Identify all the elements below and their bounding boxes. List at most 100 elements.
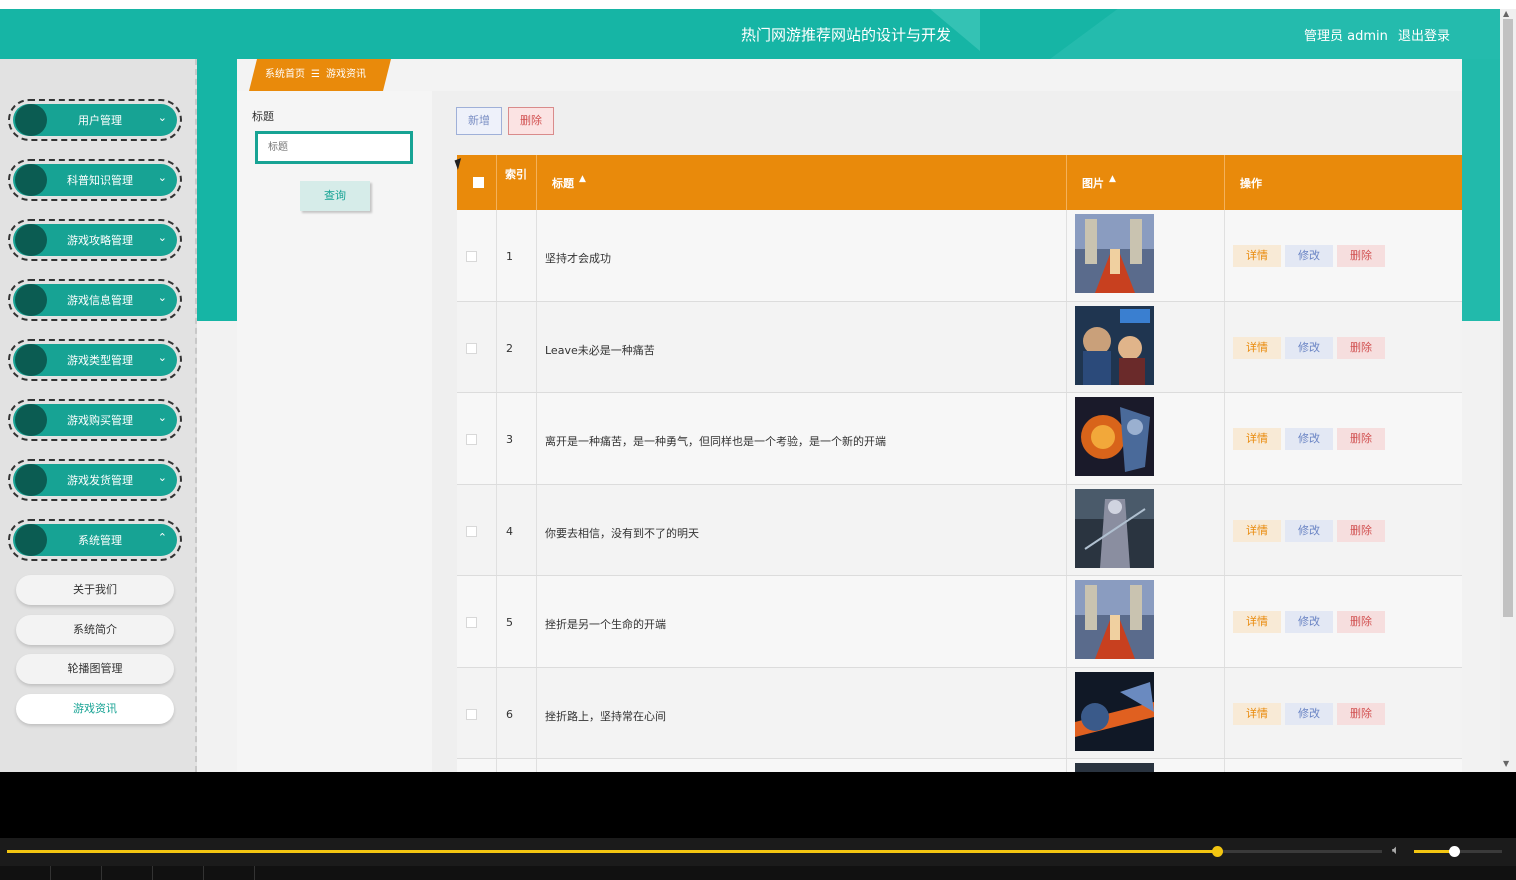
sidebar: 用户管理 ⌄ 科普知识管理 ⌄ 游戏攻略管理 ⌄ 游戏信息管理 ⌄ 游戏类型管理 ⌄ 游戏…: [0, 59, 197, 772]
row-checkbox[interactable]: [466, 617, 477, 628]
game-thumbnail[interactable]: [1075, 580, 1154, 659]
table-body: 1 坚持才会成功 详情 修改 删除 2 Leave未必是一种痛苦 详情 修改 删…: [457, 210, 1462, 772]
row-checkbox[interactable]: [466, 708, 477, 720]
game-thumbnail[interactable]: [1075, 397, 1154, 476]
game-thumbnail[interactable]: [1075, 214, 1154, 293]
game-thumbnail[interactable]: [1075, 488, 1154, 568]
row-index: 5: [506, 616, 513, 629]
game-thumbnail[interactable]: [1075, 671, 1154, 751]
menu-game-shipping[interactable]: 游戏发货管理 ⌄: [8, 459, 182, 501]
volume-slider[interactable]: [1414, 846, 1502, 857]
scroll-down-icon[interactable]: ▼: [1503, 759, 1509, 768]
row-title: 坚持才会成功: [545, 252, 611, 265]
sort-icon[interactable]: ▲︎: [579, 174, 586, 184]
scrollbar-thumb[interactable]: [1503, 19, 1513, 617]
row-checkbox[interactable]: [466, 525, 477, 537]
edit-button[interactable]: 修改: [1285, 245, 1333, 267]
table-header: 索引 标题 ▲︎ 图片 ▲︎ 操作: [457, 155, 1462, 210]
row-title: Leave未必是一种痛苦: [545, 343, 655, 357]
detail-button[interactable]: 详情: [1233, 428, 1281, 450]
row-checkbox[interactable]: [466, 434, 477, 445]
browser-viewport: 热门网游推荐网站的设计与开发 管理员 admin 退出登录 用户管理 ⌄ 科普知识…: [0, 9, 1500, 772]
submenu-system-intro[interactable]: 系统简介: [16, 615, 174, 645]
segment-divider: [152, 866, 153, 880]
delete-button[interactable]: 删除: [1337, 702, 1385, 725]
chevron-down-icon: ⌄: [157, 351, 167, 364]
title-column-label: 标题: [552, 177, 574, 190]
menu-label: 游戏购买管理: [67, 414, 133, 427]
menu-game-info[interactable]: 游戏信息管理 ⌄: [8, 279, 182, 321]
menu-dot-icon: [15, 164, 47, 196]
segment-divider: [50, 866, 51, 880]
detail-button[interactable]: 详情: [1233, 702, 1281, 725]
edit-button[interactable]: 修改: [1285, 336, 1333, 359]
progress-knob[interactable]: [1212, 846, 1223, 857]
delete-button[interactable]: 删除: [1337, 336, 1385, 359]
menu-dot-icon: [15, 464, 47, 496]
screen: 热门网游推荐网站的设计与开发 管理员 admin 退出登录 用户管理 ⌄ 科普知识…: [0, 0, 1516, 880]
actions-column-label: 操作: [1240, 177, 1262, 190]
table-row: 4 你要去相信，没有到不了的明天 详情 修改 删除: [457, 484, 1462, 576]
segment-divider: [101, 866, 102, 880]
batch-delete-button[interactable]: 删除: [508, 107, 554, 135]
submenu-about-us[interactable]: 关于我们: [16, 575, 174, 605]
scroll-up-icon[interactable]: ▲: [1503, 9, 1509, 18]
progress-fill: [7, 850, 1217, 853]
title-search-input[interactable]: [255, 131, 413, 164]
menu-label: 游戏攻略管理: [67, 234, 133, 247]
delete-button[interactable]: 删除: [1337, 428, 1385, 450]
player-bottom-bar: [0, 866, 1516, 880]
breadcrumb-bar: 系统首页 ☰ 游戏资讯: [237, 59, 1462, 91]
select-all-checkbox[interactable]: [473, 177, 484, 188]
row-title: 离开是一种痛苦，是一种勇气，但同样也是一个考验，是一个新的开端: [545, 435, 886, 448]
edit-button[interactable]: 修改: [1285, 702, 1333, 725]
row-title: 挫折路上，坚持常在心间: [545, 709, 666, 723]
add-button[interactable]: 新增: [456, 107, 502, 135]
header-title[interactable]: 标题 ▲︎: [537, 155, 1067, 210]
content-area: 新增 删除 索引 标题 ▲︎ 图片 ▲︎ 操作 1 坚持才会成功 详情 修改 删…: [432, 91, 1462, 772]
menu-label: 科普知识管理: [67, 174, 133, 187]
menu-game-guides[interactable]: 游戏攻略管理 ⌄: [8, 219, 182, 261]
window-top-strip: [0, 0, 1516, 9]
menu-game-types[interactable]: 游戏类型管理 ⌄: [8, 339, 182, 381]
row-index: 1: [506, 250, 513, 263]
volume-knob[interactable]: [1448, 846, 1460, 857]
breadcrumb: 系统首页 ☰ 游戏资讯: [249, 59, 391, 91]
menu-game-purchase[interactable]: 游戏购买管理 ⌄: [8, 399, 182, 441]
user-area: 管理员 admin 退出登录: [1304, 25, 1450, 44]
page-scrollbar[interactable]: ▲ ▼: [1500, 9, 1516, 772]
edit-button[interactable]: 修改: [1285, 428, 1333, 450]
menu-system-management[interactable]: 系统管理 ⌃: [8, 519, 182, 561]
game-thumbnail[interactable]: [1075, 763, 1154, 772]
delete-button[interactable]: 删除: [1337, 611, 1385, 633]
logout-link[interactable]: 退出登录: [1398, 29, 1450, 44]
chevron-down-icon: ⌄: [157, 171, 167, 184]
detail-button[interactable]: 详情: [1233, 245, 1281, 267]
detail-button[interactable]: 详情: [1233, 336, 1281, 359]
progress-bar[interactable]: [7, 846, 1382, 857]
row-checkbox[interactable]: [466, 251, 477, 262]
sort-icon[interactable]: ▲︎: [1109, 174, 1116, 184]
query-button[interactable]: 查询: [300, 181, 370, 211]
menu-science-knowledge[interactable]: 科普知识管理 ⌄: [8, 159, 182, 201]
header-image[interactable]: 图片 ▲︎: [1067, 155, 1225, 210]
edit-button[interactable]: 修改: [1285, 519, 1333, 542]
submenu-carousel[interactable]: 轮播图管理: [16, 654, 174, 684]
delete-button[interactable]: 删除: [1337, 519, 1385, 542]
menu-label: 游戏发货管理: [67, 474, 133, 487]
menu-user-management[interactable]: 用户管理 ⌄: [8, 99, 182, 141]
submenu-game-news[interactable]: 游戏资讯: [16, 694, 174, 724]
title-search-label: 标题: [252, 110, 274, 123]
breadcrumb-home[interactable]: 系统首页: [265, 69, 305, 80]
row-checkbox[interactable]: [466, 342, 477, 354]
menu-dot-icon: [15, 104, 47, 136]
header-actions: 操作: [1225, 155, 1462, 210]
delete-button[interactable]: 删除: [1337, 245, 1385, 267]
detail-button[interactable]: 详情: [1233, 611, 1281, 633]
volume-icon[interactable]: 🔈︎: [1392, 843, 1400, 858]
game-thumbnail[interactable]: [1075, 305, 1154, 385]
menu-label: 用户管理: [78, 114, 122, 127]
edit-button[interactable]: 修改: [1285, 611, 1333, 633]
chevron-down-icon: ⌄: [157, 111, 167, 124]
detail-button[interactable]: 详情: [1233, 519, 1281, 542]
